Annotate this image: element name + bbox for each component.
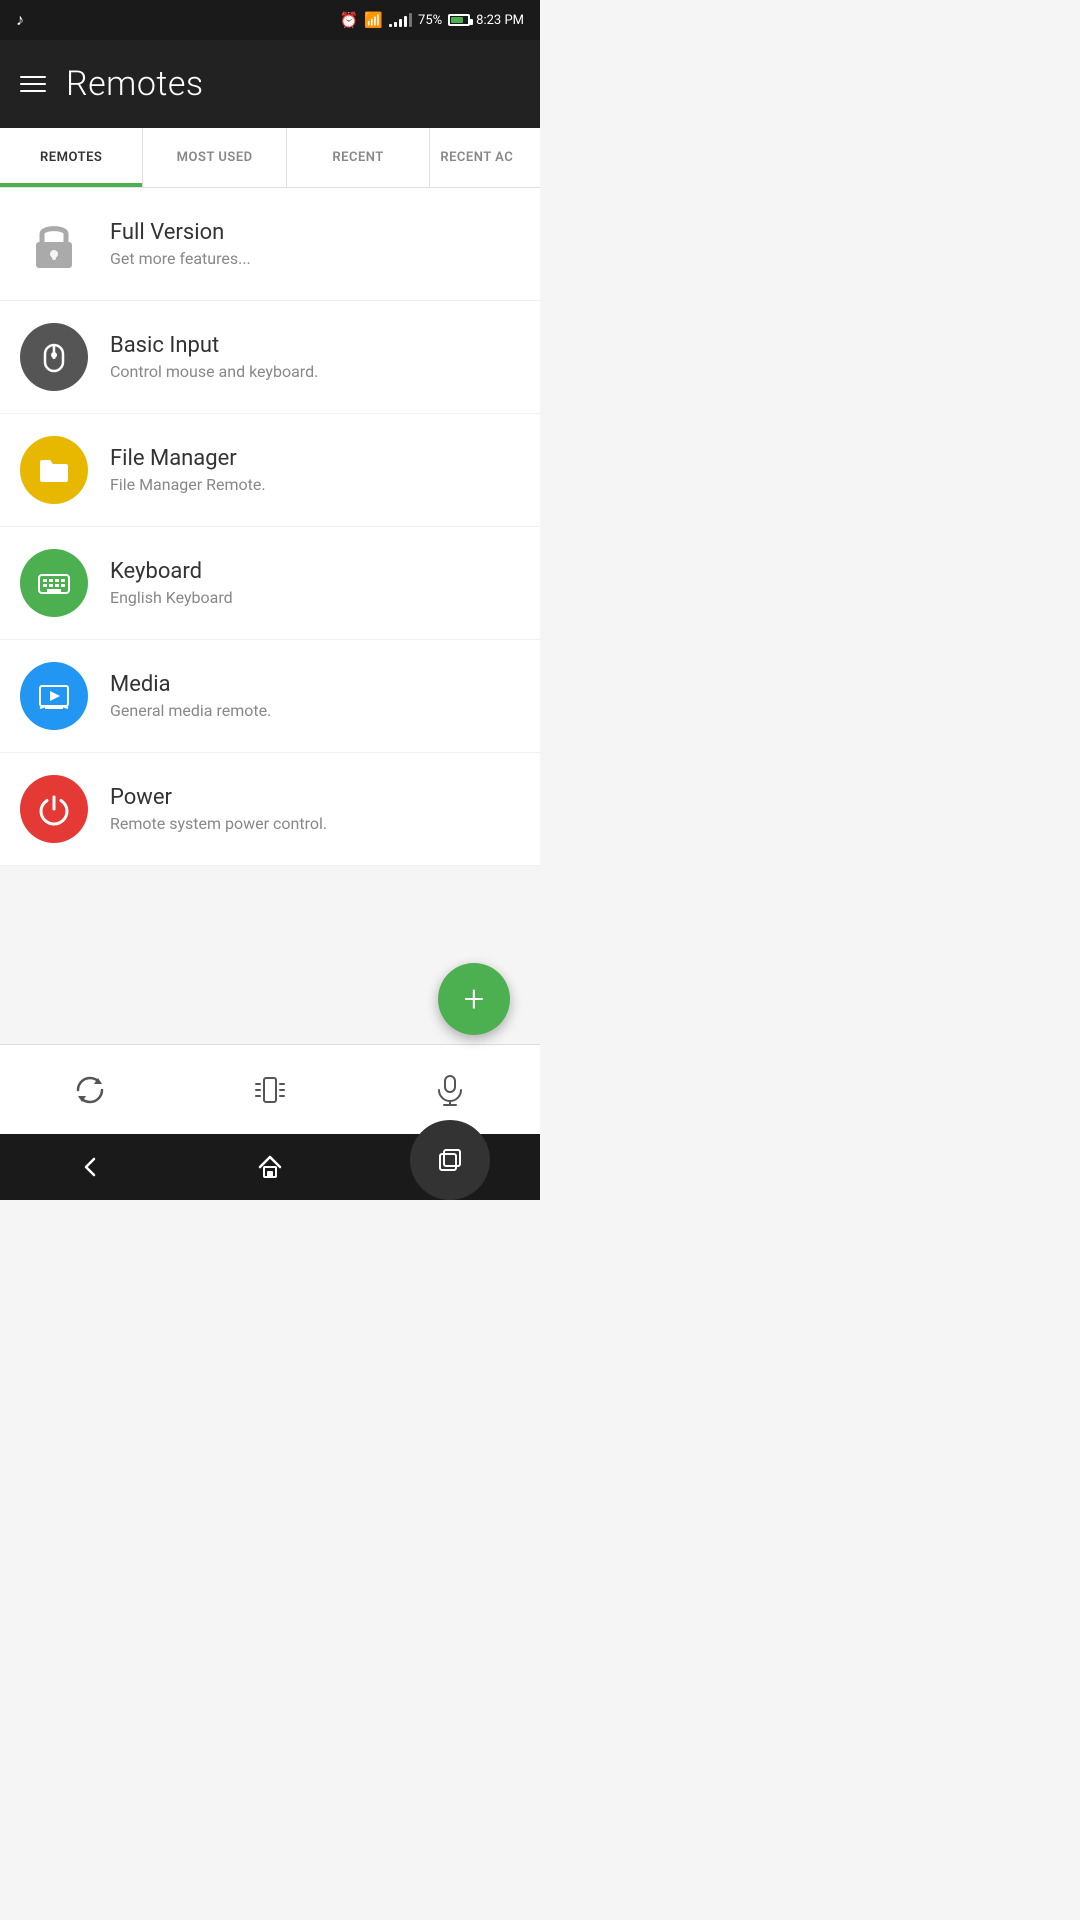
file-manager-title: File Manager [110,446,266,471]
add-remote-fab[interactable]: + [438,963,510,1035]
tab-most-used[interactable]: MOST USED [143,128,286,187]
status-bar: ♪ ⏰ 📶 75% 8:23 PM [0,0,540,40]
mic-button[interactable] [410,1060,490,1120]
status-left: ♪ [16,10,24,30]
power-text: Power Remote system power control. [110,785,327,833]
status-right: ⏰ 📶 75% 8:23 PM [340,11,524,29]
file-manager-text: File Manager File Manager Remote. [110,446,266,494]
hamburger-menu[interactable] [20,76,46,92]
wifi-icon: 📶 [364,11,383,29]
battery-percent: 75% [418,13,442,28]
tab-remotes[interactable]: REMOTES [0,128,143,187]
keyboard-icon [20,549,88,617]
home-button[interactable] [230,1142,310,1192]
tab-recent-ac[interactable]: RECENT AC [430,128,540,187]
recents-button[interactable] [410,1120,490,1200]
file-manager-icon [20,436,88,504]
signal-icon [389,13,412,27]
battery-icon [448,14,470,26]
battery-fill [451,17,463,23]
header: Remotes [0,40,540,128]
tab-recent[interactable]: RECENT [287,128,430,187]
fab-plus-icon: + [464,981,484,1017]
keyboard-title: Keyboard [110,559,233,584]
page-title: Remotes [66,64,204,104]
back-button[interactable] [50,1142,130,1192]
music-icon: ♪ [16,10,24,30]
vibrate-button[interactable] [230,1060,310,1120]
list-item-full-version[interactable]: Full Version Get more features... [0,188,540,301]
file-manager-subtitle: File Manager Remote. [110,475,266,494]
full-version-title: Full Version [110,220,251,245]
power-title: Power [110,785,327,810]
power-icon [20,775,88,843]
tab-bar: REMOTES MOST USED RECENT RECENT AC [0,128,540,188]
basic-input-text: Basic Input Control mouse and keyboard. [110,333,318,381]
media-text: Media General media remote. [110,672,271,720]
full-version-subtitle: Get more features... [110,249,251,268]
alarm-icon: ⏰ [340,11,359,29]
refresh-button[interactable] [50,1060,130,1120]
list-item-keyboard[interactable]: Keyboard English Keyboard [0,527,540,640]
basic-input-title: Basic Input [110,333,318,358]
power-subtitle: Remote system power control. [110,814,327,833]
list-item-basic-input[interactable]: Basic Input Control mouse and keyboard. [0,301,540,414]
status-time: 8:23 PM [476,13,524,28]
media-title: Media [110,672,271,697]
nav-bar [0,1134,540,1200]
basic-input-subtitle: Control mouse and keyboard. [110,362,318,381]
keyboard-text: Keyboard English Keyboard [110,559,233,607]
list-item-file-manager[interactable]: File Manager File Manager Remote. [0,414,540,527]
full-version-text: Full Version Get more features... [110,220,251,268]
remotes-list: Full Version Get more features... Basic … [0,188,540,866]
media-icon [20,662,88,730]
basic-input-icon [20,323,88,391]
recents-area [410,1134,490,1200]
list-item-power[interactable]: Power Remote system power control. [0,753,540,866]
media-subtitle: General media remote. [110,701,271,720]
keyboard-subtitle: English Keyboard [110,588,233,607]
list-item-media[interactable]: Media General media remote. [0,640,540,753]
full-version-icon [20,210,88,278]
